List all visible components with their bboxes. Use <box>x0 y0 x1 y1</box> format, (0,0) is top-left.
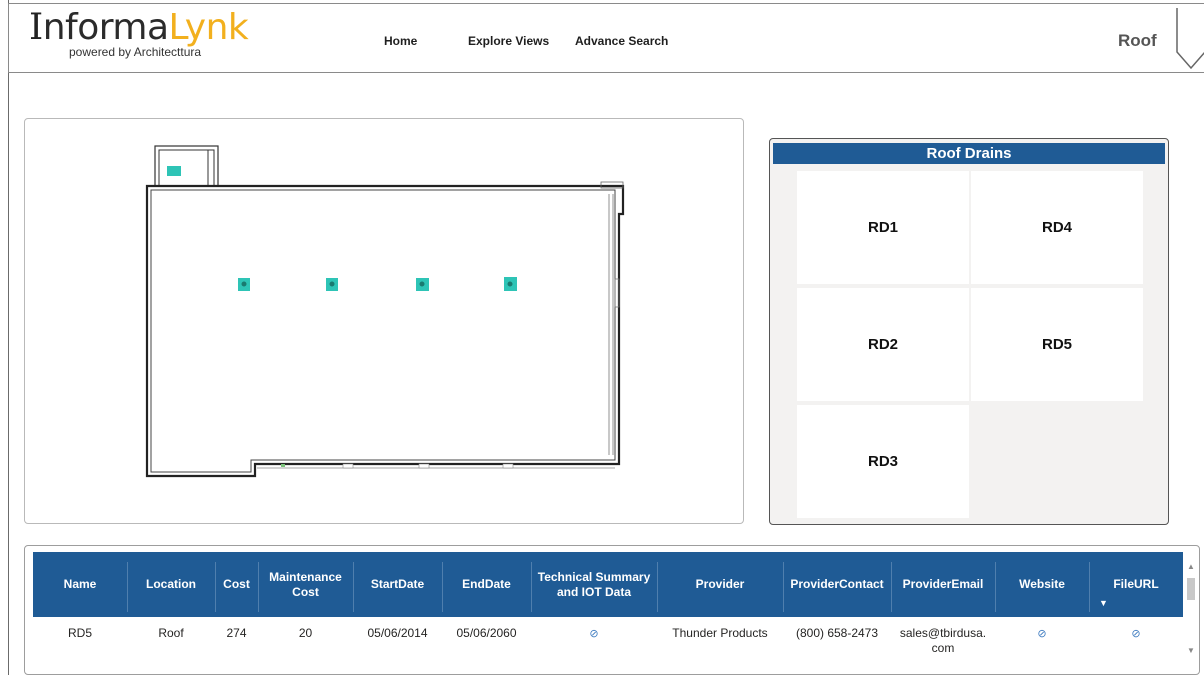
cell-cost: 274 <box>226 626 247 640</box>
cell-provider: Thunder Products <box>672 626 768 640</box>
col-location[interactable]: Location <box>127 552 215 617</box>
link-icon[interactable]: ⊘ <box>1131 628 1140 640</box>
email-line-2: com <box>931 641 955 655</box>
scroll-thumb[interactable] <box>1187 578 1195 600</box>
roof-plan-view[interactable] <box>24 118 744 524</box>
nav-home[interactable]: Home <box>384 34 417 48</box>
roof-drains-panel: Roof Drains RD1 RD4 RD2 RD5 RD3 <box>769 138 1169 525</box>
roof-drains-title: Roof Drains <box>773 143 1165 164</box>
col-maintenance-cost[interactable]: Maintenance Cost <box>258 552 353 617</box>
link-icon[interactable]: ⊘ <box>589 628 598 640</box>
col-cost[interactable]: Cost <box>215 552 258 617</box>
logo-wordmark: InformaLynk <box>29 7 249 48</box>
informalynk-logo[interactable]: InformaLynk powered by Architecttura <box>29 7 249 60</box>
cell-name: RD5 <box>67 626 92 640</box>
col-website[interactable]: Website <box>995 552 1089 617</box>
cell-technical-summary[interactable]: ⊘ <box>531 626 657 642</box>
sort-arrow-down-icon[interactable]: ▼ <box>1099 598 1108 608</box>
drain-marker-rd3[interactable] <box>416 278 429 291</box>
col-end-date[interactable]: EndDate <box>442 552 531 617</box>
link-icon[interactable]: ⊘ <box>1037 628 1046 640</box>
drain-marker-rd1[interactable] <box>238 278 250 291</box>
cell-end-date: 05/06/2060 <box>456 626 517 640</box>
col-provider[interactable]: Provider <box>657 552 783 617</box>
page-title: Roof <box>1118 31 1157 50</box>
table-header: Name Location Cost Maintenance Cost Star… <box>33 552 1183 617</box>
roof-floor-plan <box>145 145 625 478</box>
cell-provider-contact: (800) 658-2473 <box>795 626 879 640</box>
cell-start-date: 05/06/2014 <box>367 626 428 640</box>
col-provider-contact[interactable]: ProviderContact <box>783 552 891 617</box>
col-name[interactable]: Name <box>33 552 127 617</box>
asset-details-table: Name Location Cost Maintenance Cost Star… <box>24 545 1200 675</box>
drain-tile-rd5[interactable]: RD5 <box>971 288 1143 401</box>
col-provider-email[interactable]: ProviderEmail <box>891 552 995 617</box>
cell-website[interactable]: ⊘ <box>995 626 1089 642</box>
col-technical-summary[interactable]: Technical Summary and IOT Data <box>531 552 657 617</box>
drain-marker-rd2[interactable] <box>326 278 338 291</box>
drain-tile-rd4[interactable]: RD4 <box>971 171 1143 284</box>
drain-tile-rd3[interactable]: RD3 <box>797 405 969 518</box>
top-header: InformaLynk powered by Architecttura Hom… <box>8 3 1204 73</box>
email-line-1: sales@tbirdusa. <box>899 626 987 640</box>
col-start-date[interactable]: StartDate <box>353 552 442 617</box>
cell-location: Roof <box>158 626 184 640</box>
scroll-up-icon[interactable]: ▲ <box>1187 562 1195 571</box>
drain-tile-rd1[interactable]: RD1 <box>797 171 969 284</box>
bookmark-shield-icon[interactable] <box>1175 8 1204 70</box>
drain-tile-rd2[interactable]: RD2 <box>797 288 969 401</box>
drain-marker[interactable] <box>167 166 181 176</box>
scroll-down-icon[interactable]: ▼ <box>1187 646 1195 655</box>
cell-fileurl[interactable]: ⊘ <box>1089 626 1183 642</box>
cell-provider-email: sales@tbirdusa. com <box>891 626 995 656</box>
table-scrollbar[interactable]: ▲ ▼ <box>1185 552 1197 664</box>
drain-marker-rd4[interactable] <box>504 277 517 291</box>
cell-maintenance-cost: 20 <box>298 626 313 640</box>
nav-advance-search[interactable]: Advance Search <box>575 34 668 48</box>
nav-explore-views[interactable]: Explore Views <box>468 34 549 48</box>
